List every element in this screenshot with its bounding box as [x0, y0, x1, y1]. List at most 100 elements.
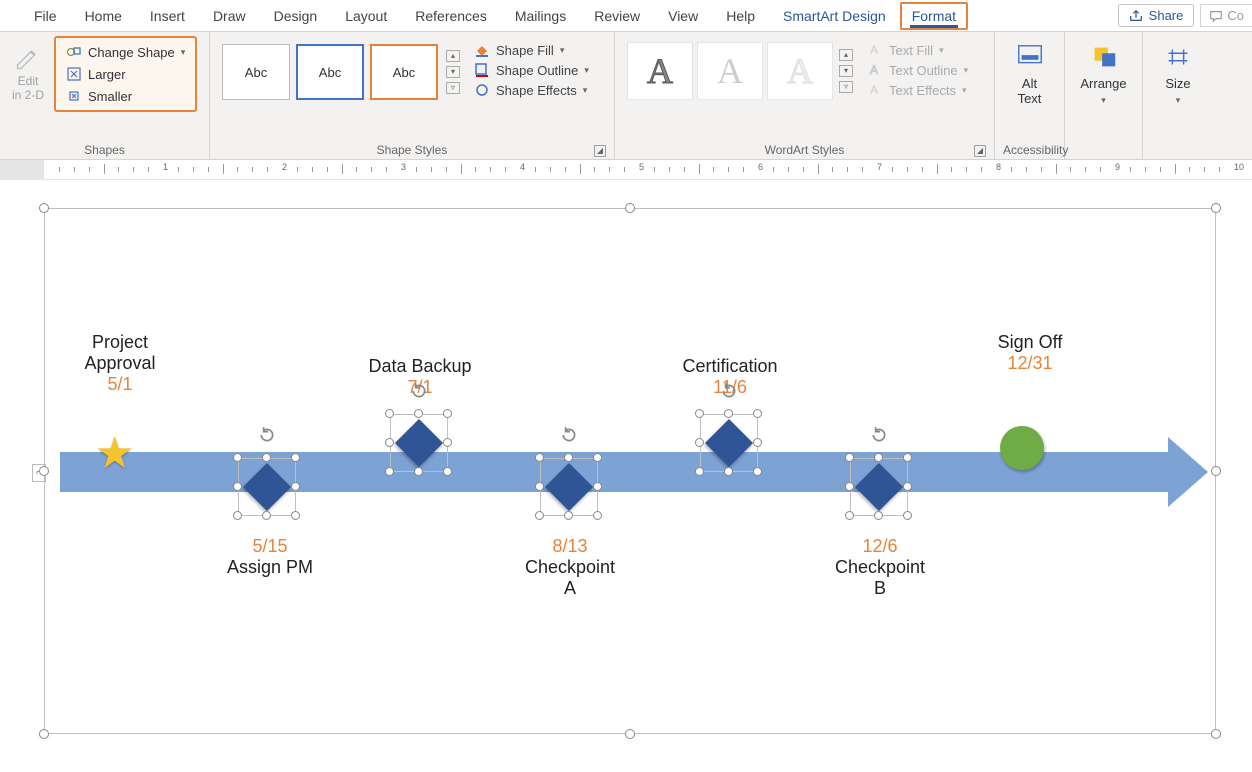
dialog-launcher-icon[interactable]: ◢ [594, 145, 606, 157]
tab-draw[interactable]: Draw [199, 2, 260, 30]
svg-text:A: A [870, 43, 878, 57]
text-fill-button: A Text Fill ▾ [867, 42, 968, 58]
milestone-date: 8/13 [510, 536, 630, 557]
shape-effects-button[interactable]: Shape Effects ▾ [474, 82, 589, 98]
selection-handle[interactable] [39, 203, 49, 213]
rotate-handle-icon[interactable] [870, 426, 888, 444]
ruler-tick: 9 [1115, 162, 1120, 172]
wordart-more[interactable]: ▴▾▿ [837, 42, 853, 100]
dialog-launcher-icon[interactable]: ◢ [974, 145, 986, 157]
tab-smartart-design[interactable]: SmartArt Design [769, 2, 900, 30]
change-shape-button[interactable]: Change Shape ▾ [60, 42, 191, 62]
horizontal-ruler[interactable]: 12345678910 [0, 160, 1252, 180]
chevron-down-icon: ▾ [560, 45, 565, 56]
ribbon-tabs: File Home Insert Draw Design Layout Refe… [0, 0, 1252, 32]
wordart-thumb-2[interactable]: A [697, 42, 763, 100]
ribbon-panel: Edit in 2-D Change Shape ▾ Larger Smalle… [0, 32, 1252, 160]
tab-review[interactable]: Review [580, 2, 654, 30]
gallery-more[interactable]: ▴▾▿ [444, 44, 460, 100]
tab-view[interactable]: View [654, 2, 712, 30]
comment-icon [1209, 9, 1223, 23]
milestone-label[interactable]: 5/15 Assign PM [210, 536, 330, 578]
svg-text:A: A [870, 83, 878, 97]
tab-insert[interactable]: Insert [136, 2, 199, 30]
selection-handle[interactable] [1211, 466, 1221, 476]
larger-button[interactable]: Larger [60, 64, 191, 84]
share-label: Share [1149, 8, 1184, 23]
ruler-tick: 8 [996, 162, 1001, 172]
group-label-arrange [1073, 155, 1134, 159]
milestone-label[interactable]: 8/13 Checkpoint A [510, 536, 630, 599]
group-label-shape-styles: Shape Styles◢ [218, 141, 606, 159]
circle-marker[interactable] [1000, 426, 1044, 470]
comments-button[interactable]: Co [1200, 4, 1252, 27]
tab-design[interactable]: Design [260, 2, 332, 30]
smaller-button[interactable]: Smaller [60, 86, 191, 106]
share-icon [1129, 9, 1143, 23]
milestone-label[interactable]: Sign Off 12/31 [970, 332, 1090, 374]
chevron-down-icon: ▾ [1101, 95, 1106, 106]
milestone-label[interactable]: 12/6 Checkpoint B [820, 536, 940, 599]
text-effects-label: Text Effects [889, 83, 956, 98]
svg-text:A: A [870, 63, 878, 77]
style-thumb-1[interactable]: Abc [222, 44, 290, 100]
diamond-marker[interactable] [384, 408, 454, 478]
shape-style-gallery[interactable]: Abc Abc Abc ▴▾▿ [218, 36, 464, 108]
edit-in-2d-button: Edit in 2-D [8, 36, 48, 110]
milestone-date: 12/6 [820, 536, 940, 557]
chevron-down-icon: ▾ [583, 85, 588, 96]
size-button[interactable]: Size ▾ [1155, 36, 1201, 112]
diamond-marker[interactable] [232, 452, 302, 522]
tab-references[interactable]: References [401, 2, 501, 30]
text-fill-icon: A [867, 42, 883, 58]
alt-text-label: Alt Text [1018, 76, 1042, 106]
tab-layout[interactable]: Layout [331, 2, 401, 30]
star-icon[interactable]: ★ [95, 428, 134, 479]
tab-mailings[interactable]: Mailings [501, 2, 580, 30]
wordart-gallery[interactable]: A A A ▴▾▿ [623, 36, 857, 106]
group-label-accessibility: Accessibility [1003, 141, 1056, 159]
diamond-marker[interactable] [534, 452, 604, 522]
larger-icon [66, 66, 82, 82]
share-button[interactable]: Share [1118, 4, 1195, 27]
change-shape-icon [66, 44, 82, 60]
rotate-handle-icon[interactable] [258, 426, 276, 444]
diamond-marker[interactable] [844, 452, 914, 522]
wordart-thumb-1[interactable]: A [627, 42, 693, 100]
document-canvas[interactable]: ⌐ Project Approval 5/1 Data Backup 7/1 C… [0, 180, 1252, 772]
tab-format[interactable]: Format [900, 2, 968, 30]
milestone-title: Checkpoint A [510, 557, 630, 599]
alt-text-button[interactable]: Alt Text [1007, 36, 1053, 112]
tab-help[interactable]: Help [712, 2, 769, 30]
text-outline-icon: A [867, 62, 883, 78]
style-thumb-3[interactable]: Abc [370, 44, 438, 100]
diamond-marker[interactable] [694, 408, 764, 478]
arrange-button[interactable]: Arrange ▾ [1072, 36, 1134, 112]
tab-file[interactable]: File [20, 2, 71, 30]
wordart-thumb-3[interactable]: A [767, 42, 833, 100]
rotate-handle-icon[interactable] [560, 426, 578, 444]
selection-handle[interactable] [625, 203, 635, 213]
style-thumb-2[interactable]: Abc [296, 44, 364, 100]
comments-label: Co [1227, 8, 1244, 23]
ruler-tick: 10 [1234, 162, 1244, 172]
selection-handle[interactable] [39, 729, 49, 739]
text-effects-icon: A [867, 82, 883, 98]
text-effects-button: A Text Effects ▾ [867, 82, 968, 98]
tab-home[interactable]: Home [71, 2, 136, 30]
larger-label: Larger [88, 67, 126, 82]
selection-handle[interactable] [1211, 729, 1221, 739]
edit-2d-label: Edit in 2-D [12, 74, 44, 102]
text-outline-button: A Text Outline ▾ [867, 62, 968, 78]
shape-fill-button[interactable]: Shape Fill ▾ [474, 42, 589, 58]
text-fill-label: Text Fill [889, 43, 933, 58]
selection-handle[interactable] [1211, 203, 1221, 213]
selection-handle[interactable] [625, 729, 635, 739]
group-label-wordart: WordArt Styles◢ [623, 141, 986, 159]
timeline-arrow-head[interactable] [1168, 437, 1208, 507]
shape-outline-button[interactable]: Shape Outline ▾ [474, 62, 589, 78]
milestone-label[interactable]: Project Approval 5/1 [60, 332, 180, 395]
rotate-handle-icon[interactable] [410, 382, 428, 400]
selection-handle[interactable] [39, 466, 49, 476]
rotate-handle-icon[interactable] [720, 382, 738, 400]
